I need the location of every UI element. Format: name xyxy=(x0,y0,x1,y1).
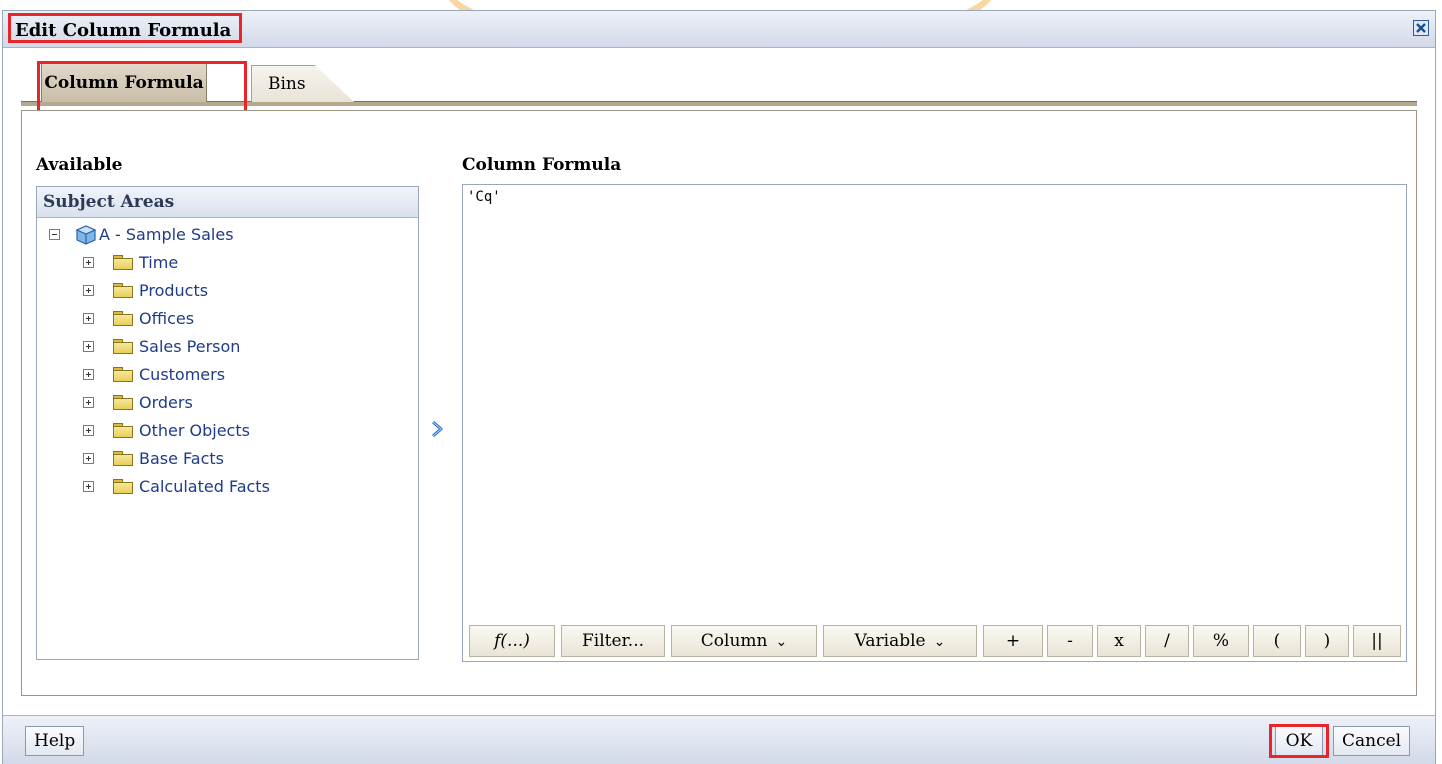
expand-icon[interactable] xyxy=(83,285,94,296)
subject-areas-header: Subject Areas xyxy=(37,187,418,218)
close-button[interactable] xyxy=(1413,20,1429,36)
expand-icon[interactable] xyxy=(83,481,94,492)
tree-folder-item[interactable]: Sales Person xyxy=(37,333,418,361)
folder-icon xyxy=(113,311,133,326)
multiply-button[interactable]: x xyxy=(1097,625,1141,657)
expand-icon[interactable] xyxy=(83,397,94,408)
tab-content: Available Column Formula Subject Areas A… xyxy=(21,110,1417,696)
folder-icon xyxy=(113,367,133,382)
percent-button[interactable]: % xyxy=(1193,625,1249,657)
folder-icon xyxy=(113,255,133,270)
folder-list: Time Products Offices Sales Person Customers… xyxy=(37,249,418,501)
cancel-button[interactable]: Cancel xyxy=(1333,726,1411,756)
formula-input[interactable]: 'Cq' xyxy=(467,189,1397,609)
tree-folder-label: Base Facts xyxy=(139,449,224,468)
edit-column-formula-dialog: Edit Column Formula Bins Column Formula … xyxy=(2,10,1436,764)
subject-tree: A - Sample Sales Time Products Offices Sale… xyxy=(37,221,418,501)
expand-icon[interactable] xyxy=(83,341,94,352)
tab-bar: Bins Column Formula xyxy=(21,61,1417,113)
column-dropdown-button[interactable]: Column ⌄ xyxy=(671,625,817,657)
tree-folder-item[interactable]: Other Objects xyxy=(37,417,418,445)
tree-folder-item[interactable]: Offices xyxy=(37,305,418,333)
subject-area-cube-icon xyxy=(75,225,97,245)
close-icon xyxy=(1416,23,1426,33)
column-formula-label: Column Formula xyxy=(462,155,622,175)
folder-icon xyxy=(113,451,133,466)
help-button[interactable]: Help xyxy=(25,726,85,756)
expand-icon[interactable] xyxy=(83,453,94,464)
tree-folder-item[interactable]: Calculated Facts xyxy=(37,473,418,501)
variable-button-label: Variable xyxy=(854,631,926,651)
tree-folder-label: Calculated Facts xyxy=(139,477,270,496)
formula-button-row: f(...) Filter... Column ⌄ Variable ⌄ + - x… xyxy=(469,625,1409,657)
concat-button[interactable]: || xyxy=(1353,625,1401,657)
folder-icon xyxy=(113,479,133,494)
expand-icon[interactable] xyxy=(83,425,94,436)
expand-icon[interactable] xyxy=(83,257,94,268)
column-button-label: Column xyxy=(700,631,768,651)
tree-folder-label: Customers xyxy=(139,365,226,384)
tree-root[interactable]: A - Sample Sales xyxy=(37,221,418,249)
tree-folder-label: Orders xyxy=(139,393,193,412)
dialog-titlebar: Edit Column Formula xyxy=(3,11,1435,48)
folder-icon xyxy=(113,423,133,438)
folder-icon xyxy=(113,339,133,354)
tree-folder-item[interactable]: Time xyxy=(37,249,418,277)
tree-folder-label: Other Objects xyxy=(139,421,250,440)
function-button[interactable]: f(...) xyxy=(469,625,555,657)
expand-icon[interactable] xyxy=(83,313,94,324)
folder-icon xyxy=(113,283,133,298)
folder-icon xyxy=(113,395,133,410)
plus-button[interactable]: + xyxy=(983,625,1043,657)
collapse-icon[interactable] xyxy=(49,229,60,240)
chevron-down-icon: ⌄ xyxy=(933,634,946,650)
filter-button[interactable]: Filter... xyxy=(561,625,665,657)
dialog-title: Edit Column Formula xyxy=(8,13,243,43)
tab-column-formula[interactable]: Column Formula xyxy=(41,63,207,102)
dialog-footer: Help OK Cancel xyxy=(3,715,1435,764)
tree-folder-label: Time xyxy=(139,253,179,272)
tree-folder-item[interactable]: Customers xyxy=(37,361,418,389)
expand-icon[interactable] xyxy=(83,369,94,380)
tree-folder-item[interactable]: Orders xyxy=(37,389,418,417)
tree-root-label: A - Sample Sales xyxy=(99,225,234,244)
formula-editor-panel: 'Cq' f(...) Filter... Column ⌄ Variable ⌄ … xyxy=(462,184,1407,662)
subject-areas-panel: Subject Areas A - Sample Sales Time Produ… xyxy=(36,186,419,660)
tree-folder-label: Offices xyxy=(139,309,195,328)
divide-button[interactable]: / xyxy=(1145,625,1189,657)
minus-button[interactable]: - xyxy=(1047,625,1093,657)
tree-folder-label: Sales Person xyxy=(139,337,241,356)
tab-underline xyxy=(21,101,1417,106)
tree-folder-label: Products xyxy=(139,281,209,300)
insert-arrow-button[interactable] xyxy=(430,419,446,439)
tab-bins[interactable]: Bins xyxy=(251,65,354,102)
close-paren-button[interactable]: ) xyxy=(1305,625,1349,657)
open-paren-button[interactable]: ( xyxy=(1253,625,1301,657)
tree-folder-item[interactable]: Products xyxy=(37,277,418,305)
variable-dropdown-button[interactable]: Variable ⌄ xyxy=(823,625,977,657)
ok-button[interactable]: OK xyxy=(1275,726,1323,756)
tree-folder-item[interactable]: Base Facts xyxy=(37,445,418,473)
available-label: Available xyxy=(36,155,123,175)
chevron-down-icon: ⌄ xyxy=(775,634,788,650)
